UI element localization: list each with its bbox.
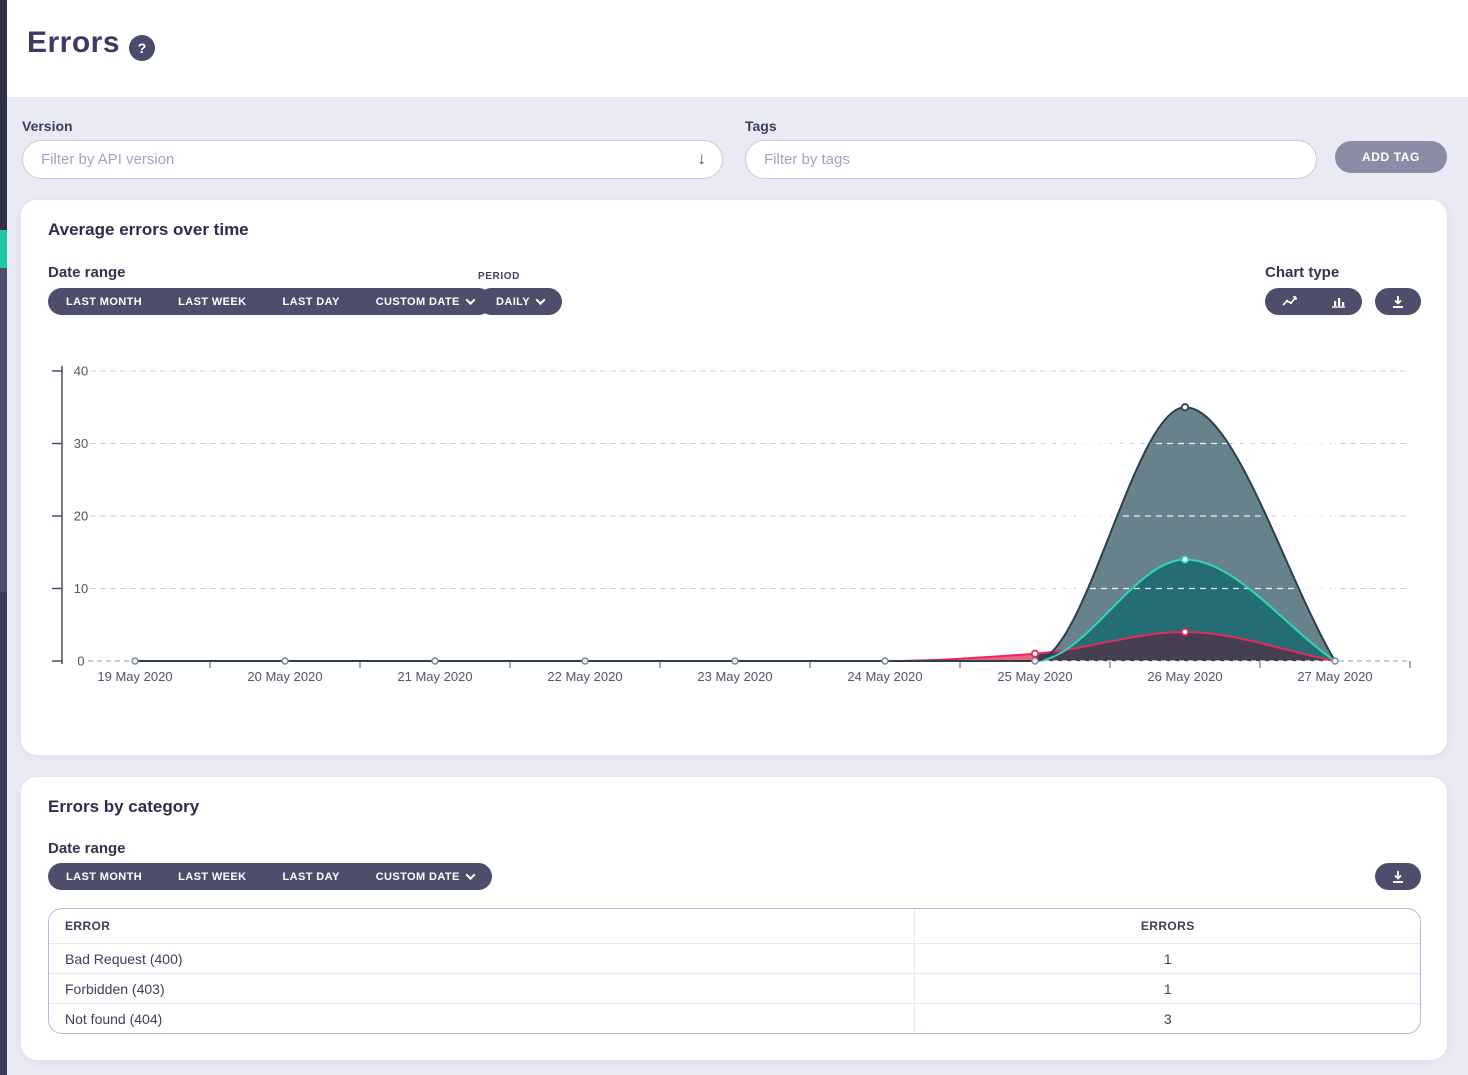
date-range-group: LAST MONTH LAST WEEK LAST DAY CUSTOM DAT…	[48, 863, 492, 890]
version-label: Version	[22, 118, 73, 134]
error-count: 1	[915, 974, 1420, 1003]
svg-text:26 May 2020: 26 May 2020	[1147, 669, 1222, 684]
errors-by-category-card: Errors by category Date range LAST MONTH…	[21, 777, 1447, 1060]
table-row[interactable]: Bad Request (400) 1	[49, 943, 1420, 973]
last-month-button[interactable]: LAST MONTH	[48, 863, 160, 890]
svg-text:24 May 2020: 24 May 2020	[847, 669, 922, 684]
svg-text:10: 10	[74, 581, 88, 596]
sidebar-edge	[0, 0, 7, 1075]
error-name: Not found (404)	[49, 1004, 915, 1033]
line-chart-icon	[1282, 295, 1298, 308]
svg-text:27 May 2020: 27 May 2020	[1297, 669, 1372, 684]
last-week-button[interactable]: LAST WEEK	[160, 288, 264, 315]
sidebar-edge-bottom	[0, 592, 7, 1075]
errors-column-header: ERRORS	[915, 909, 1420, 943]
period-label: PERIOD	[478, 271, 520, 282]
error-count: 1	[915, 944, 1420, 973]
page-title: Errors	[27, 26, 120, 60]
errors-over-time-chart: 0 10 20 30 40 19 May 2020 20 May 2020 21 May 20…	[30, 358, 1440, 695]
chart-type-label: Chart type	[1265, 264, 1339, 281]
download-icon	[1391, 295, 1405, 309]
period-daily-button[interactable]: DAILY	[478, 288, 562, 315]
svg-text:20 May 2020: 20 May 2020	[247, 669, 322, 684]
chart-type-group	[1265, 288, 1362, 315]
tags-label: Tags	[745, 118, 777, 134]
add-tag-button[interactable]: ADD TAG	[1335, 141, 1447, 173]
errors-over-time-card: Average errors over time Date range LAST…	[21, 200, 1447, 755]
category-card-title: Errors by category	[48, 797, 199, 817]
svg-text:21 May 2020: 21 May 2020	[397, 669, 472, 684]
custom-date-button[interactable]: CUSTOM DATE	[358, 863, 492, 890]
period-select: DAILY	[478, 288, 562, 315]
svg-text:0: 0	[77, 654, 84, 669]
sidebar-active-indicator	[0, 230, 7, 268]
chevron-down-icon	[465, 295, 475, 305]
version-input[interactable]	[41, 151, 704, 168]
error-name: Forbidden (403)	[49, 974, 915, 1003]
tags-input[interactable]	[764, 151, 1298, 168]
error-count: 3	[915, 1004, 1420, 1033]
date-range-label: Date range	[48, 264, 126, 281]
bar-chart-icon	[1331, 295, 1346, 308]
svg-text:23 May 2020: 23 May 2020	[697, 669, 772, 684]
sidebar-edge-top	[0, 0, 7, 230]
page-header: Errors ?	[7, 0, 1468, 97]
dropdown-arrow-icon[interactable]: ↓	[698, 149, 707, 169]
errors-by-category-table: ERROR ERRORS Bad Request (400) 1 Forbidd…	[48, 908, 1421, 1034]
download-chart-group	[1375, 288, 1421, 315]
line-chart-button[interactable]	[1268, 288, 1312, 315]
table-header-row: ERROR ERRORS	[49, 909, 1420, 943]
svg-text:20: 20	[74, 509, 88, 524]
error-column-header: ERROR	[49, 909, 915, 943]
help-icon[interactable]: ?	[129, 35, 155, 61]
date-range-group: LAST MONTH LAST WEEK LAST DAY CUSTOM DAT…	[48, 288, 492, 315]
svg-text:22 May 2020: 22 May 2020	[547, 669, 622, 684]
svg-text:40: 40	[74, 364, 88, 379]
version-select[interactable]: ↓	[22, 140, 723, 179]
svg-text:19 May 2020: 19 May 2020	[97, 669, 172, 684]
last-month-button[interactable]: LAST MONTH	[48, 288, 160, 315]
last-day-button[interactable]: LAST DAY	[265, 288, 358, 315]
last-week-button[interactable]: LAST WEEK	[160, 863, 264, 890]
download-chart-button[interactable]	[1391, 288, 1405, 315]
filter-bar: Version ↓ Tags ADD TAG	[0, 97, 1468, 200]
svg-text:25 May 2020: 25 May 2020	[997, 669, 1072, 684]
chart-card-title: Average errors over time	[48, 220, 249, 240]
error-name: Bad Request (400)	[49, 944, 915, 973]
table-row[interactable]: Forbidden (403) 1	[49, 973, 1420, 1003]
download-icon	[1391, 870, 1405, 884]
svg-text:30: 30	[74, 436, 88, 451]
download-table-group	[1375, 863, 1421, 890]
sidebar-edge-mid	[0, 268, 7, 592]
bar-chart-button[interactable]	[1317, 288, 1360, 315]
table-row[interactable]: Not found (404) 3	[49, 1003, 1420, 1033]
download-table-button[interactable]	[1391, 863, 1405, 890]
chevron-down-icon	[465, 870, 475, 880]
tags-field[interactable]	[745, 140, 1317, 179]
custom-date-button[interactable]: CUSTOM DATE	[358, 288, 492, 315]
date-range-label: Date range	[48, 840, 126, 857]
last-day-button[interactable]: LAST DAY	[265, 863, 358, 890]
chevron-down-icon	[536, 295, 546, 305]
